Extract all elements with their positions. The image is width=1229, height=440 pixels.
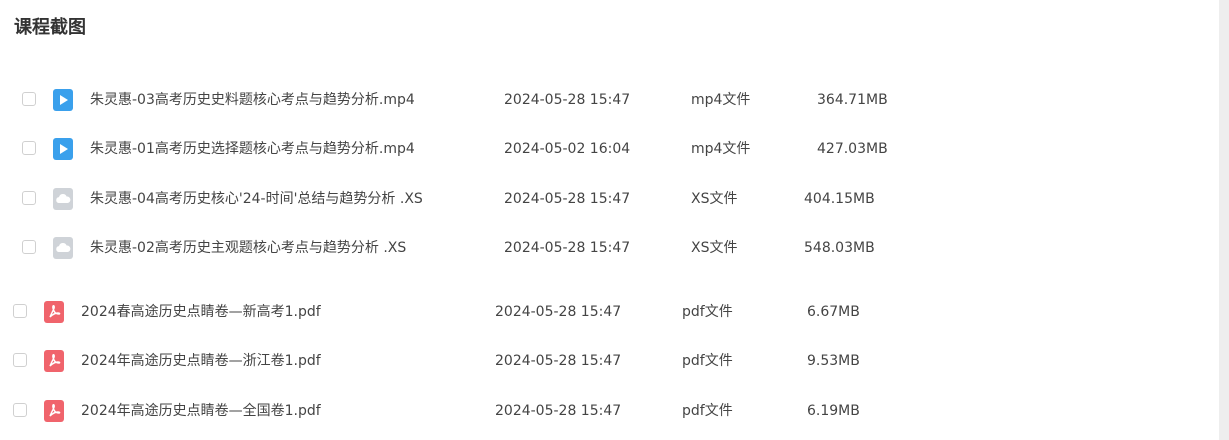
video-file-icon	[53, 89, 73, 111]
file-type: XS文件	[691, 240, 738, 256]
file-date: 2024-05-28 15:47	[495, 353, 622, 369]
file-date: 2024-05-28 15:47	[495, 403, 622, 419]
file-size: 9.53MB	[807, 353, 860, 369]
cloud-file-icon	[53, 188, 73, 210]
file-size: 548.03MB	[804, 240, 875, 256]
file-type: pdf文件	[682, 403, 733, 419]
file-date: 2024-05-28 15:47	[495, 304, 622, 320]
file-date: 2024-05-28 15:47	[504, 92, 631, 108]
page-title: 课程截图	[14, 17, 86, 38]
file-size: 6.67MB	[807, 304, 860, 320]
file-name[interactable]: 朱灵惠-04高考历史核心'24-时间'总结与趋势分析 .XS	[90, 183, 423, 215]
file-name[interactable]: 2024年高途历史点睛卷—全国卷1.pdf	[81, 395, 321, 427]
scrollbar[interactable]	[1219, 0, 1229, 440]
row-checkbox[interactable]	[13, 304, 27, 318]
file-name[interactable]: 朱灵惠-01高考历史选择题核心考点与趋势分析.mp4	[90, 133, 415, 165]
file-date: 2024-05-28 15:47	[504, 191, 631, 207]
file-type: mp4文件	[691, 92, 751, 108]
file-name[interactable]: 2024年高途历史点睛卷—浙江卷1.pdf	[81, 345, 321, 377]
file-row[interactable]: 2024春高途历史点睛卷—新高考1.pdf 2024-05-28 15:47 p…	[13, 296, 913, 328]
file-type: mp4文件	[691, 141, 751, 157]
file-date: 2024-05-02 16:04	[504, 141, 631, 157]
pdf-file-icon	[44, 400, 64, 422]
row-checkbox[interactable]	[22, 141, 36, 155]
file-size: 404.15MB	[804, 191, 875, 207]
file-name[interactable]: 朱灵惠-02高考历史主观题核心考点与趋势分析 .XS	[90, 232, 406, 264]
row-checkbox[interactable]	[22, 240, 36, 254]
file-row[interactable]: 朱灵惠-02高考历史主观题核心考点与趋势分析 .XS 2024-05-28 15…	[22, 232, 922, 264]
pdf-file-icon	[44, 350, 64, 372]
file-size: 6.19MB	[807, 403, 860, 419]
file-row[interactable]: 2024年高途历史点睛卷—全国卷1.pdf 2024-05-28 15:47 p…	[13, 395, 913, 427]
row-checkbox[interactable]	[22, 92, 36, 106]
file-size: 427.03MB	[817, 141, 888, 157]
file-row[interactable]: 2024年高途历史点睛卷—浙江卷1.pdf 2024-05-28 15:47 p…	[13, 345, 913, 377]
file-type: pdf文件	[682, 304, 733, 320]
row-checkbox[interactable]	[22, 191, 36, 205]
file-size: 364.71MB	[817, 92, 888, 108]
file-row[interactable]: 朱灵惠-04高考历史核心'24-时间'总结与趋势分析 .XS 2024-05-2…	[22, 183, 922, 215]
pdf-file-icon	[44, 301, 64, 323]
file-row[interactable]: 朱灵惠-03高考历史史料题核心考点与趋势分析.mp4 2024-05-28 15…	[22, 84, 922, 116]
file-row[interactable]: 朱灵惠-01高考历史选择题核心考点与趋势分析.mp4 2024-05-02 16…	[22, 133, 922, 165]
course-screenshot-panel: 课程截图 朱灵惠-03高考历史史料题核心考点与趋势分析.mp4 2024-05-…	[0, 0, 1229, 440]
row-checkbox[interactable]	[13, 403, 27, 417]
file-type: pdf文件	[682, 353, 733, 369]
row-checkbox[interactable]	[13, 353, 27, 367]
file-name[interactable]: 朱灵惠-03高考历史史料题核心考点与趋势分析.mp4	[90, 84, 415, 116]
file-type: XS文件	[691, 191, 738, 207]
file-name[interactable]: 2024春高途历史点睛卷—新高考1.pdf	[81, 296, 321, 328]
file-date: 2024-05-28 15:47	[504, 240, 631, 256]
video-file-icon	[53, 138, 73, 160]
cloud-file-icon	[53, 237, 73, 259]
